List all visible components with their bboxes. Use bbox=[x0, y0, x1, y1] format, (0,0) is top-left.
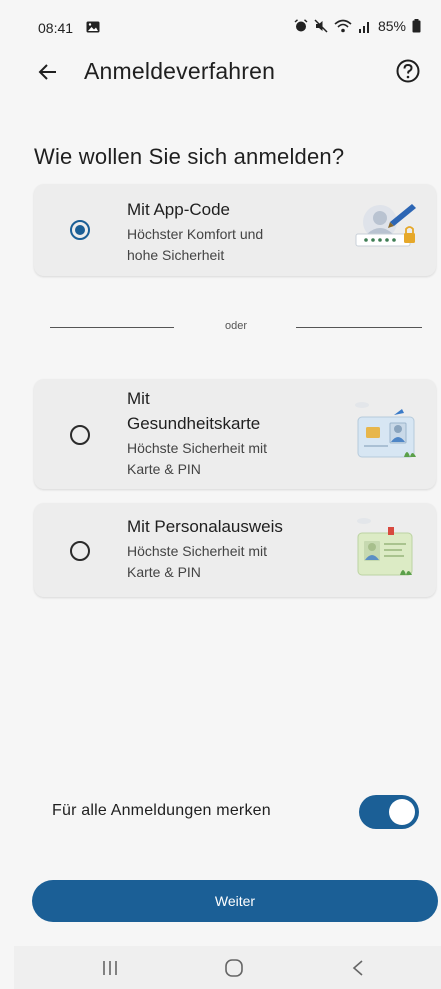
image-icon bbox=[86, 21, 100, 33]
mute-icon bbox=[314, 19, 328, 33]
option-title: Mit Personalausweis bbox=[127, 517, 283, 536]
option-app-code[interactable]: Mit App-Code Höchster Komfort und hohe S… bbox=[34, 184, 436, 276]
battery-percent: 85% bbox=[377, 18, 406, 34]
option-subtitle-line2: hohe Sicherheit bbox=[127, 247, 225, 263]
question-heading: Wie wollen Sie sich anmelden? bbox=[34, 144, 345, 169]
app-bar: Anmeldeverfahren bbox=[0, 52, 441, 92]
option-id-card[interactable]: Mit Personalausweis Höchste Sicherheit m… bbox=[34, 503, 436, 597]
status-icons: 85% bbox=[294, 18, 421, 34]
option-subtitle-line1: Höchste Sicherheit mit bbox=[127, 543, 268, 559]
home-icon[interactable] bbox=[214, 956, 254, 980]
recent-apps-icon[interactable] bbox=[90, 956, 130, 980]
back-nav-icon[interactable] bbox=[338, 956, 378, 980]
radio-id-card[interactable] bbox=[70, 541, 90, 561]
back-arrow-icon[interactable] bbox=[34, 58, 62, 86]
option-subtitle-line2: Karte & PIN bbox=[127, 564, 201, 580]
divider: oder bbox=[50, 318, 422, 338]
option-title-line1: Mit bbox=[127, 389, 150, 408]
health-card-illustration bbox=[355, 402, 416, 458]
status-bar: 08:41 85% bbox=[0, 0, 441, 48]
option-subtitle-line2: Karte & PIN bbox=[127, 461, 201, 477]
option-subtitle-line1: Höchster Komfort und bbox=[127, 226, 264, 242]
radio-app-code[interactable] bbox=[70, 220, 90, 240]
app-code-illustration bbox=[355, 204, 416, 247]
system-nav-bar bbox=[14, 946, 441, 989]
remember-label: Für alle Anmeldungen merken bbox=[52, 802, 271, 819]
option-title-line2: Gesundheitskarte bbox=[127, 414, 261, 433]
help-icon[interactable] bbox=[395, 58, 421, 84]
divider-text: oder bbox=[224, 320, 248, 332]
remember-toggle[interactable] bbox=[359, 795, 419, 829]
signal-icon bbox=[358, 22, 369, 33]
radio-health-card[interactable] bbox=[70, 425, 90, 445]
option-subtitle-line1: Höchste Sicherheit mit bbox=[127, 440, 268, 456]
wifi-icon bbox=[334, 19, 352, 33]
id-card-illustration bbox=[357, 518, 413, 576]
weiter-button[interactable]: Weiter bbox=[32, 880, 438, 922]
option-health-card[interactable]: Mit Gesundheitskarte Höchste Sicherheit … bbox=[34, 379, 436, 489]
status-time: 08:41 bbox=[38, 20, 74, 36]
battery-icon bbox=[412, 19, 421, 33]
alarm-icon bbox=[294, 19, 308, 32]
page-title: Anmeldeverfahren bbox=[84, 58, 276, 84]
option-title: Mit App-Code bbox=[127, 200, 230, 219]
